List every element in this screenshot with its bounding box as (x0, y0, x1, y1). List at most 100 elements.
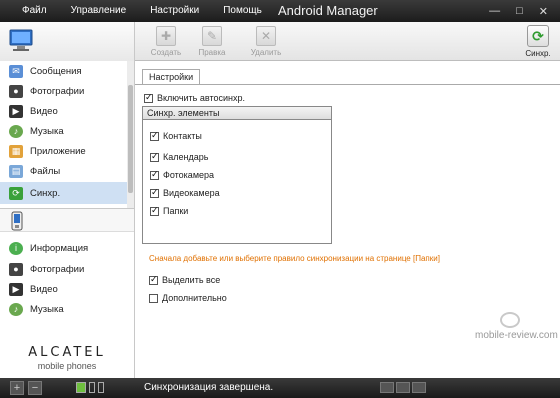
device-item-video[interactable]: ▶ Видео (0, 279, 127, 299)
select-all-row[interactable]: Выделить все (149, 274, 221, 285)
tab-settings[interactable]: Настройки (142, 69, 201, 85)
sidebar: ✉ Сообщения ● Фотографии ▶ Видео ♪ Музык… (0, 61, 135, 378)
brand-subtitle: mobile phones (37, 361, 97, 371)
select-all-checkbox[interactable] (149, 274, 158, 285)
tile-view-icon[interactable] (412, 382, 426, 393)
remove-button[interactable]: − (28, 381, 42, 395)
videocamera-label: Видеокамера (163, 188, 220, 198)
advanced-checkbox[interactable] (149, 293, 158, 303)
sidebar-item-apps[interactable]: ▦ Приложение (0, 141, 127, 161)
sync-item-contacts[interactable]: Контакты (150, 130, 202, 141)
sync-item-calendar[interactable]: Календарь (150, 151, 209, 162)
battery-icon (89, 382, 95, 393)
camera-icon: ● (9, 84, 23, 98)
phone-icon[interactable] (11, 211, 23, 231)
sidebar-item-label: Видео (30, 105, 58, 117)
app-title: Android Manager (278, 3, 378, 18)
menu-bar: Файл Управление Настройки Помощь (22, 5, 286, 16)
contacts-checkbox[interactable] (150, 130, 159, 141)
sidebar-item-video[interactable]: ▶ Видео (0, 101, 127, 121)
advanced-label: Дополнительно (162, 293, 227, 303)
create-button[interactable]: ✚ Создать (140, 24, 192, 57)
envelope-icon: ✉ (9, 64, 23, 78)
computer-panel (0, 22, 135, 61)
menu-manage[interactable]: Управление (71, 5, 127, 16)
auto-sync-label: Включить автосинхр. (157, 93, 245, 103)
sync-item-videocamera[interactable]: Видеокамера (150, 187, 220, 198)
close-icon[interactable]: ✕ (539, 5, 548, 18)
sync-button[interactable]: ⟳ Синхр. (520, 24, 556, 58)
calendar-checkbox[interactable] (150, 151, 159, 162)
video-camera-icon: ▶ (9, 104, 23, 118)
toolbar: ✚ Создать ✎ Правка ✕ Удалить ⟳ Синхр. (0, 22, 560, 61)
advanced-row[interactable]: Дополнительно (149, 293, 227, 303)
select-all-label: Выделить все (162, 275, 221, 285)
device-item-music[interactable]: ♪ Музыка (0, 299, 127, 319)
edit-button[interactable]: ✎ Правка (186, 24, 238, 57)
music-disc-icon: ♪ (9, 124, 23, 138)
menu-file[interactable]: Файл (22, 5, 47, 16)
contacts-label: Контакты (163, 131, 202, 141)
sidebar-item-music[interactable]: ♪ Музыка (0, 121, 127, 141)
brand-name: ALCATEL (28, 345, 106, 360)
list-view-icon[interactable] (380, 382, 394, 393)
photocamera-label: Фотокамера (163, 170, 215, 180)
watermark-text: mobile-review.com (475, 330, 558, 341)
grid-view-icon[interactable] (396, 382, 410, 393)
status-text: Синхронизация завершена. (144, 382, 274, 393)
sidebar-item-label: Файлы (30, 165, 61, 177)
info-icon: i (9, 241, 23, 255)
view-switcher (380, 382, 426, 393)
device-item-photos[interactable]: ● Фотографии (0, 259, 127, 279)
sidebar-item-label: Синхр. (30, 187, 61, 199)
auto-sync-row[interactable]: Включить автосинхр. (144, 92, 245, 103)
device-header (0, 208, 134, 232)
brand-logo: ALCATEL mobile phones (0, 345, 134, 371)
group-title: Синхр. элементы (143, 107, 331, 120)
tab-divider (135, 84, 560, 85)
computer-icon[interactable] (8, 28, 34, 54)
sidebar-item-label: Музыка (30, 303, 64, 315)
files-icon: ▤ (9, 164, 23, 178)
signal-icon (98, 382, 104, 393)
create-icon: ✚ (156, 26, 176, 46)
minimize-icon[interactable]: — (489, 5, 500, 18)
sidebar-scrollbar[interactable] (127, 61, 134, 208)
sidebar-item-files[interactable]: ▤ Файлы (0, 161, 127, 181)
delete-button[interactable]: ✕ Удалить (240, 24, 292, 57)
sync-item-folders[interactable]: Папки (150, 205, 189, 216)
delete-icon: ✕ (256, 26, 276, 46)
sync-item-photocamera[interactable]: Фотокамера (150, 169, 215, 180)
music-disc-icon: ♪ (9, 302, 23, 316)
device-connected-icon (76, 382, 86, 393)
window-controls: — □ ✕ (489, 5, 548, 18)
menu-settings[interactable]: Настройки (150, 5, 199, 16)
delete-label: Удалить (250, 48, 282, 57)
folders-checkbox[interactable] (150, 205, 159, 216)
menu-help[interactable]: Помощь (223, 5, 262, 16)
sidebar-item-label: Приложение (30, 145, 86, 157)
videocamera-checkbox[interactable] (150, 187, 159, 198)
edit-label: Правка (198, 48, 226, 57)
title-bar: Файл Управление Настройки Помощь Android… (0, 0, 560, 22)
calendar-label: Календарь (163, 152, 209, 162)
sync-icon: ⟳ (9, 186, 23, 200)
camera-icon: ● (9, 262, 23, 276)
sidebar-item-label: Фотографии (30, 85, 85, 97)
sidebar-item-label: Информация (30, 242, 89, 254)
add-button[interactable]: + (10, 381, 24, 395)
sidebar-item-photos[interactable]: ● Фотографии (0, 81, 127, 101)
sidebar-item-sync[interactable]: ⟳ Синхр. (0, 182, 127, 204)
sidebar-item-messages[interactable]: ✉ Сообщения (0, 61, 127, 81)
device-item-info[interactable]: i Информация (0, 238, 127, 258)
maximize-icon[interactable]: □ (516, 5, 523, 18)
photocamera-checkbox[interactable] (150, 169, 159, 180)
sync-hint: Сначала добавьте или выберите правило си… (149, 254, 440, 263)
sidebar-item-label: Сообщения (30, 65, 82, 77)
edit-icon: ✎ (202, 26, 222, 46)
folders-label: Папки (163, 206, 189, 216)
create-label: Создать (150, 48, 182, 57)
sync-items-group: Синхр. элементы Контакты Календарь Фоток… (142, 106, 332, 244)
auto-sync-checkbox[interactable] (144, 92, 153, 103)
scrollbar-thumb[interactable] (128, 85, 133, 193)
